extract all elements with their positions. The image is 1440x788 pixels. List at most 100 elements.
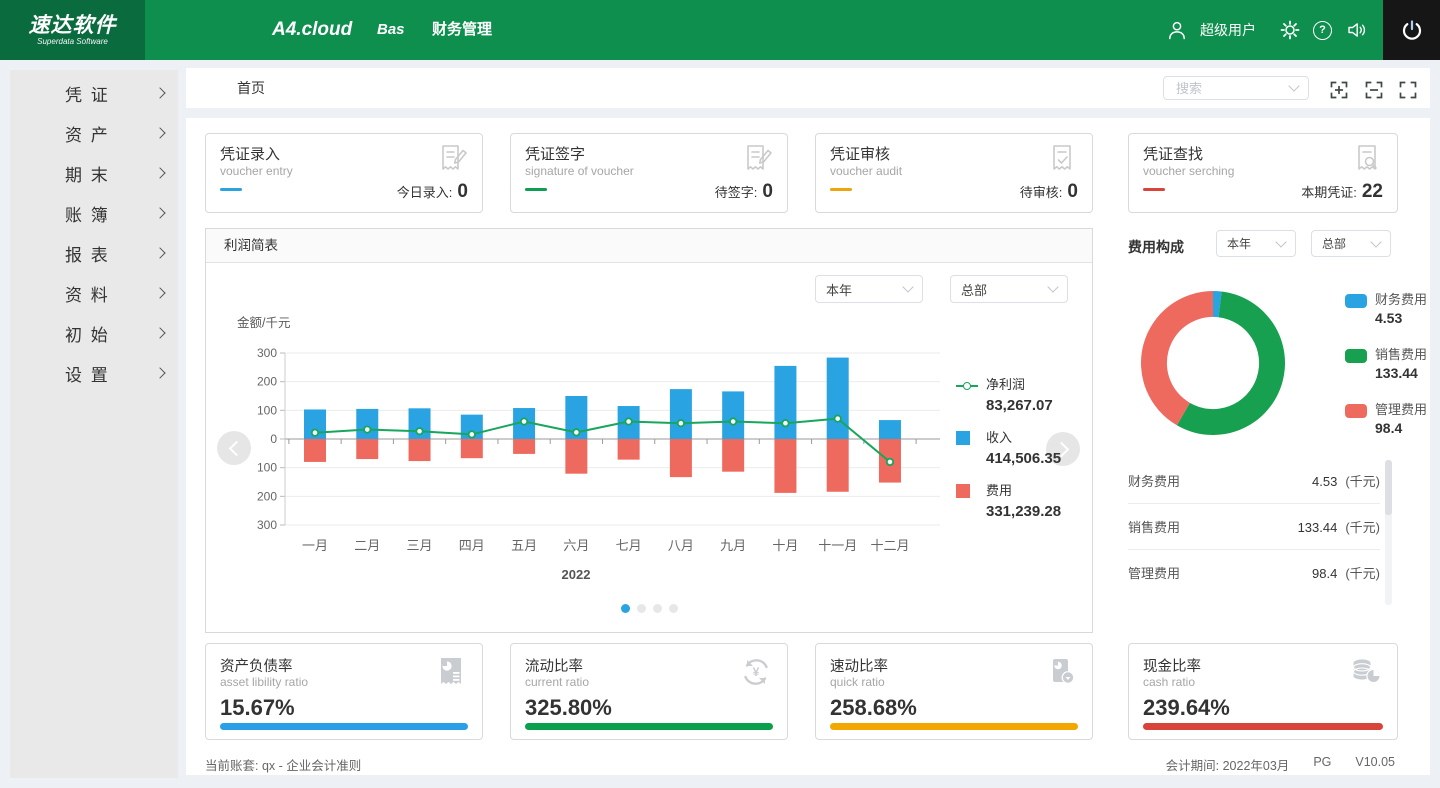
card-current-ratio: 流动比率 current ratio 325.80% ¥ [510, 643, 788, 740]
chevron-down-icon[interactable] [1288, 80, 1299, 91]
chevron-down-icon [1370, 236, 1381, 247]
legend-item-admin-expense[interactable]: 管理费用98.4 [1345, 402, 1427, 436]
legend-item-expense[interactable]: 费用331,239.28 [956, 480, 1061, 520]
profit-org-select[interactable]: 总部 [950, 275, 1068, 303]
toolbar: 首页 [186, 68, 1430, 108]
legend-item-sales-expense[interactable]: 销售费用133.44 [1345, 347, 1427, 381]
chevron-right-icon [154, 367, 165, 378]
card-voucher-audit[interactable]: 凭证审核 voucher audit 待审核:0 [815, 133, 1093, 213]
footer-meta: 会计期间: 2022年03月 PG V10.05 [1166, 755, 1395, 774]
db-label: PG [1313, 755, 1331, 774]
nav-bas[interactable]: Bas [377, 0, 405, 60]
sidebar-item-settings[interactable]: 设 置 [10, 353, 178, 393]
current-user-label[interactable]: 超级用户 [1200, 0, 1256, 60]
chevron-down-icon [1275, 236, 1286, 247]
expense-panel-title: 费用构成 [1128, 237, 1184, 257]
table-row: 管理费用 98.4(千元) [1128, 550, 1380, 595]
sidebar-item-period-end[interactable]: 期 末 [10, 153, 178, 193]
x-axis-year-label: 2022 [546, 567, 606, 582]
brand-subtitle: Superdata Software [37, 37, 108, 46]
pagination-dot[interactable] [669, 604, 678, 613]
pagination-dot[interactable] [621, 604, 630, 613]
nav-a4cloud[interactable]: A4.cloud [272, 0, 352, 60]
app-window: 速达软件 Superdata Software A4.cloud Bas 财务管… [0, 0, 1440, 788]
chevron-right-icon [154, 327, 165, 338]
sidebar-item-data[interactable]: 资 料 [10, 273, 178, 313]
version-label: V10.05 [1355, 755, 1395, 774]
sidebar-item-voucher[interactable]: 凭 证 [10, 73, 178, 113]
fullscreen-bracket-icon[interactable] [1399, 81, 1417, 99]
line-marker-icon [956, 385, 978, 387]
zoom-in-bracket-icon[interactable] [1330, 81, 1348, 99]
pagination-dot[interactable] [637, 604, 646, 613]
chart-pagination-dots [621, 604, 678, 613]
receipt-pen-icon [739, 141, 775, 177]
card-voucher-search[interactable]: 凭证查找 voucher serching 本期凭证:22 [1128, 133, 1398, 213]
nav-finance-module[interactable]: 财务管理 [432, 0, 492, 60]
receipt-check-icon [1044, 141, 1080, 177]
sidebar-item-ledgers[interactable]: 账 簿 [10, 193, 178, 233]
sidebar: 凭 证 资 产 期 末 账 簿 报 表 资 料 初 始 设 置 [10, 70, 178, 778]
card-quick-ratio: 速动比率 quick ratio 258.68% [815, 643, 1093, 740]
expense-year-select[interactable]: 本年 [1216, 230, 1296, 257]
swatch-icon [1345, 404, 1367, 418]
ratio-value: 258.68% [830, 695, 917, 721]
ratio-value: 15.67% [220, 695, 295, 721]
svg-text:¥: ¥ [753, 665, 760, 679]
brand-title: 速达软件 [29, 15, 117, 37]
card-voucher-entry[interactable]: 凭证录入 voucher entry 今日录入:0 [205, 133, 483, 213]
user-icon[interactable] [1166, 19, 1188, 41]
help-icon[interactable]: ? [1313, 21, 1332, 40]
power-icon [1400, 18, 1424, 42]
chevron-right-icon [154, 287, 165, 298]
square-marker-icon [956, 484, 970, 498]
accent-dash [220, 188, 242, 191]
expense-table: 财务费用 4.53(千元) 销售费用 133.44(千元) 管理费用 98.4(… [1128, 458, 1380, 595]
search-input[interactable] [1174, 80, 1278, 97]
gear-icon[interactable] [1279, 19, 1301, 41]
chart-prev-arrow[interactable] [217, 431, 251, 465]
card-coin-icon [1042, 653, 1080, 691]
current-account-label: 当前账套: qx - 企业会计准则 [205, 755, 361, 774]
chevron-right-icon [154, 207, 165, 218]
speaker-icon[interactable] [1346, 19, 1368, 41]
receipt-search-icon [1349, 141, 1385, 177]
accent-dash [1143, 188, 1165, 191]
chevron-right-icon [154, 247, 165, 258]
chevron-right-icon [154, 167, 165, 178]
sidebar-item-reports[interactable]: 报 表 [10, 233, 178, 273]
legend-item-net-profit[interactable]: 净利润83,267.07 [956, 374, 1061, 414]
ratio-value: 325.80% [525, 695, 612, 721]
expense-table-scrollbar[interactable] [1385, 460, 1392, 605]
cycle-yuan-icon: ¥ [737, 653, 775, 691]
expense-org-select[interactable]: 总部 [1311, 230, 1391, 257]
chevron-down-icon [902, 281, 913, 292]
card-cash-ratio: 现金比率 cash ratio 239.64% [1128, 643, 1398, 740]
chevron-right-icon [154, 87, 165, 98]
ratio-bar [220, 723, 468, 730]
profit-panel-title: 利润简表 [206, 229, 1092, 263]
y-axis-unit-label: 金额/千元 [237, 312, 290, 331]
card-voucher-sign[interactable]: 凭证签字 signature of voucher 待签字:0 [510, 133, 788, 213]
receipt-pen-icon [434, 141, 470, 177]
sidebar-item-initial[interactable]: 初 始 [10, 313, 178, 353]
zoom-out-bracket-icon[interactable] [1365, 81, 1383, 99]
profit-year-select[interactable]: 本年 [815, 275, 923, 303]
chevron-down-icon [1047, 281, 1058, 292]
pagination-dot[interactable] [653, 604, 662, 613]
square-marker-icon [956, 431, 970, 445]
scrollbar-thumb[interactable] [1385, 460, 1392, 515]
breadcrumb-home-tab[interactable]: 首页 [237, 68, 265, 108]
chevron-right-icon [154, 127, 165, 138]
card-asset-liability-ratio: 资产负债率 asset libility ratio 15.67% [205, 643, 483, 740]
swatch-icon [1345, 294, 1367, 308]
top-header: 速达软件 Superdata Software A4.cloud Bas 财务管… [0, 0, 1440, 60]
sidebar-item-assets[interactable]: 资 产 [10, 113, 178, 153]
logout-power-button[interactable] [1383, 0, 1440, 60]
coins-pie-icon [1347, 653, 1385, 691]
expense-chart-legend: 财务费用4.53 销售费用133.44 管理费用98.4 [1345, 292, 1427, 457]
search-box[interactable] [1163, 76, 1309, 100]
legend-item-income[interactable]: 收入414,506.35 [956, 427, 1061, 467]
legend-item-finance-expense[interactable]: 财务费用4.53 [1345, 292, 1427, 326]
brand-logo[interactable]: 速达软件 Superdata Software [0, 0, 145, 60]
